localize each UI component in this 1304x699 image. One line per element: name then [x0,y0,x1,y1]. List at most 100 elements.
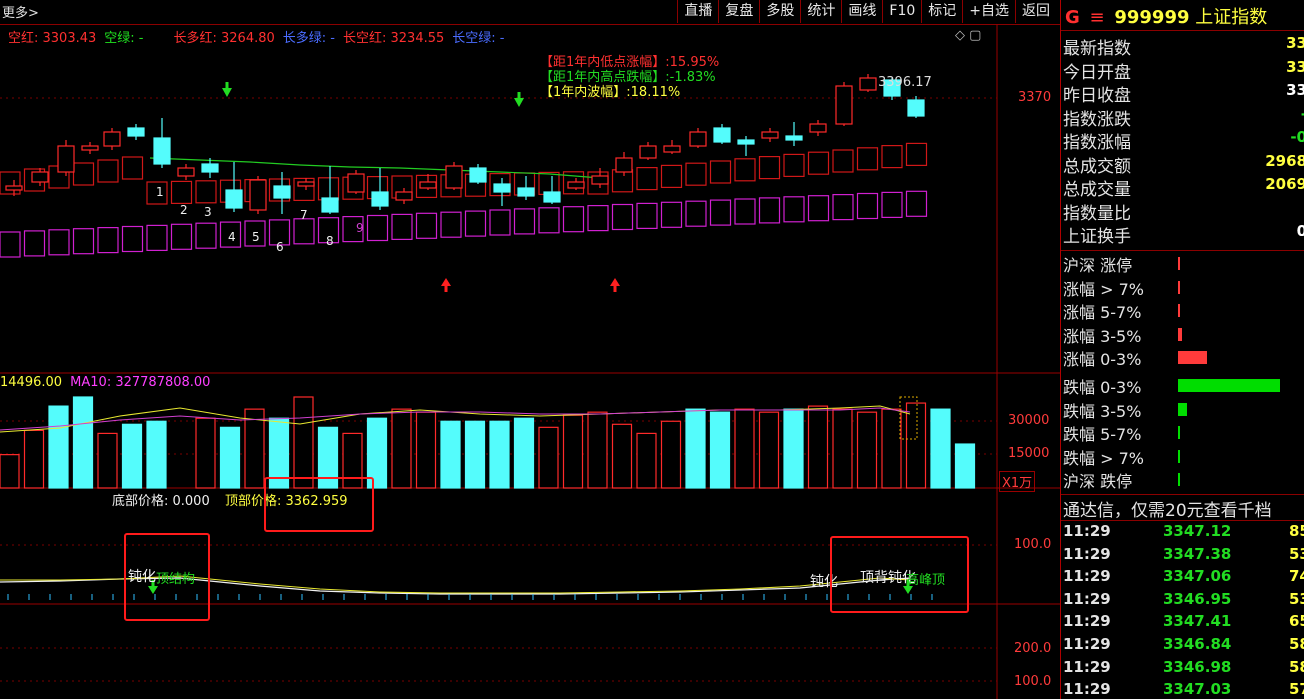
annotation-box-right-signal [830,536,969,613]
breadth-label: 跌幅 5-7% [1063,425,1142,445]
volume-bars [0,396,976,489]
annotation-box-left-signal [124,533,210,621]
quote-row: 总成交量 2069 [1063,175,1304,200]
wave-label-3: 3 [204,205,212,219]
breadth-label: 跌幅 3-5% [1063,401,1142,421]
quote-header: G ≡ 999999 上证指数 [1065,3,1304,33]
price-high-label: 3396.17 [878,75,932,90]
magenta-band-box [464,210,487,237]
magenta-band-box [23,230,46,257]
magenta-band-box [562,206,585,233]
volume-bar [244,408,265,489]
candle-body [859,77,877,91]
volume-bar [146,420,167,489]
magenta-band-box [660,201,683,228]
candle-body [5,185,23,191]
wave-label-8: 8 [326,234,334,248]
volume-value: 14496.00 [0,375,63,390]
breadth-bar [1178,304,1180,318]
candle-body [689,131,707,147]
magenta-band-box [856,192,879,220]
tick-time: 11:29 [1063,657,1111,676]
volume-unit: X1万 [999,471,1036,492]
volume-bar [660,420,682,489]
breadth-bar [1178,473,1180,487]
volume-bar [709,411,731,489]
quote-value: 33 [1286,34,1304,52]
quote-row: 今日开盘 33 [1063,58,1304,83]
quote-label: 上证换手 [1063,227,1131,247]
magenta-band-box [391,213,413,240]
magenta-band-box [121,225,144,253]
breadth-label: 跌幅 0-3% [1063,378,1142,397]
magenta-band-box [758,197,781,224]
red-band-box [783,153,805,177]
magenta-band-box [440,211,462,238]
volume-axis-15000: 15000 [1008,446,1050,461]
quote-value: 2968 [1265,151,1304,170]
magenta-band-box [881,191,903,218]
tick-row: 11:29 3346.95 53 [1061,590,1304,613]
menu-icon[interactable]: ≡ [1090,7,1105,28]
breadth-row: 跌幅 3-5% [1063,398,1188,421]
red-band-box [660,164,683,188]
magenta-band-box [146,224,168,251]
volume-bar [562,414,584,489]
candle-body [907,99,925,117]
candle-body [517,187,535,197]
magenta-band-box [734,198,756,225]
red-band-box [734,158,756,182]
volume-bar [856,411,878,489]
magenta-band-box [685,200,707,227]
candle-body [153,137,171,165]
candle-body [761,131,779,139]
candle-body [57,145,75,173]
red-up-arrow [441,278,620,292]
quote-label: 指数涨幅 [1063,133,1131,153]
wave-label-2: 2 [180,203,188,217]
quote-row: 指数涨跌- [1063,105,1304,130]
magenta-band-box [513,208,536,235]
tick-price: 3347.38 [1163,544,1232,563]
breadth-bar [1178,402,1188,416]
wave-label-4: 4 [228,230,236,244]
quote-label: 指数涨跌 [1063,109,1131,130]
tick-time: 11:29 [1063,589,1111,608]
red-band-box [856,147,879,171]
red-band-box [881,145,903,169]
tick-row: 11:29 3347.03 57 [1061,680,1304,699]
red-band-box [611,169,634,193]
candle-body [737,139,755,145]
promo-banner[interactable]: 通达信，仅需20元查看千档 [1063,496,1272,521]
tick-row: 11:29 3346.84 58 [1061,635,1304,658]
breadth-label: 跌幅 > 7% [1063,448,1144,468]
tick-time: 11:29 [1063,544,1111,563]
tick-time: 11:29 [1063,522,1111,540]
red-band-box [807,151,830,175]
candle-body [321,197,339,213]
magenta-band-box [636,202,658,229]
volume-bar [905,402,927,489]
red-band-box [905,142,928,166]
breadth-bar [1178,449,1180,463]
tick-row: 11:29 3347.12 85 [1061,522,1304,545]
quote-panel: G ≡ 999999 上证指数 最新指数33今日开盘33昨日收盘33指数涨跌-指… [1060,0,1304,699]
wave-label-5: 5 [252,230,260,244]
quote-label: 总成交量 [1063,180,1131,200]
red-band-box [72,162,95,186]
candle-body [493,183,511,193]
lower-axis-200: 200.0 [1014,641,1052,656]
breadth-bar [1178,426,1180,440]
volume-bar [734,408,755,489]
volume-axis-30000: 30000 [1008,413,1050,428]
volume-bar [489,420,510,489]
candle-body [371,191,389,207]
volume-bar [758,411,780,489]
green-down-arrow [148,82,913,594]
tick-volume: 58 [1289,657,1304,676]
volume-bar [636,432,657,489]
red-band-box [709,160,732,184]
breadth-label: 涨幅 3-5% [1063,326,1142,346]
breadth-bar [1178,257,1180,270]
volume-bar [97,432,118,489]
